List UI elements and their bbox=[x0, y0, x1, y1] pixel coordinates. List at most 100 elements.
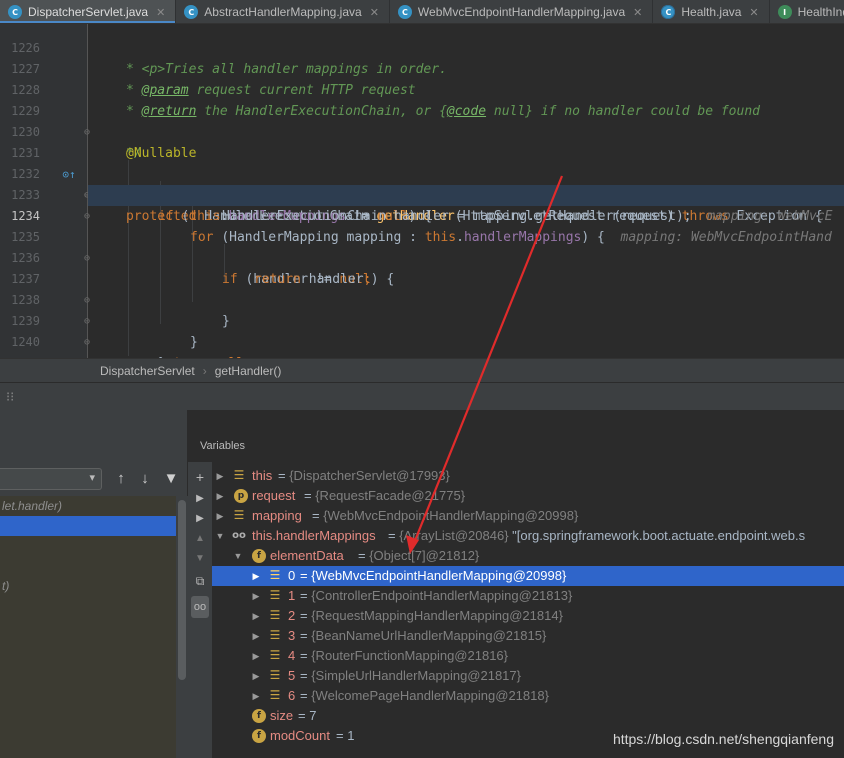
settings-icon[interactable]: ⁝⁝ bbox=[6, 389, 14, 405]
close-icon[interactable]: ✕ bbox=[633, 6, 642, 19]
variable-row[interactable]: ▶ p request = {RequestFacade@21775} bbox=[212, 486, 844, 506]
chevron-down-icon: ▾ bbox=[89, 472, 95, 484]
code-line: 1235 ⊖ if (handler != null) { bbox=[0, 206, 844, 287]
variable-value: = {ControllerEndpointHandlerMapping@2181… bbox=[300, 588, 573, 603]
expand-arrow-icon[interactable]: ▶ bbox=[250, 646, 262, 666]
collapse-icon[interactable]: ▶ bbox=[188, 508, 212, 530]
variable-value: = {RequestFacade@21775} bbox=[304, 488, 466, 503]
variable-row[interactable]: ▶ ☰ 6 = {WelcomePageHandlerMapping@21818… bbox=[212, 686, 844, 706]
variables-title: Variables bbox=[200, 440, 246, 452]
code-line: 1234 bbox=[0, 185, 88, 223]
parameter-icon: p bbox=[234, 489, 248, 503]
variable-name: 4 bbox=[288, 648, 296, 663]
code-line: 1230 @Nullable bbox=[0, 101, 844, 161]
variable-value: = {Object[7]@21812} bbox=[358, 548, 480, 563]
move-up-icon[interactable]: ▲ bbox=[188, 528, 212, 550]
code-line: 1229 ⊖ */ bbox=[0, 80, 844, 161]
interface-icon: I bbox=[777, 5, 792, 19]
variable-name: 2 bbox=[288, 608, 296, 623]
expand-arrow-icon[interactable]: ▶ bbox=[250, 666, 262, 686]
variable-row[interactable]: ▶ ☰ 1 = {ControllerEndpointHandlerMappin… bbox=[212, 586, 844, 606]
variable-row-selected[interactable]: ▶ ☰ 0 = {WebMvcEndpointHandlerMapping@20… bbox=[212, 566, 844, 586]
copy-icon[interactable]: ⧉ bbox=[188, 570, 212, 592]
variable-name: 1 bbox=[288, 588, 296, 603]
variable-value: = {RequestMappingHandlerMapping@21814} bbox=[300, 608, 563, 623]
collapse-arrow-icon[interactable]: ▼ bbox=[214, 526, 226, 546]
code-line: 1236 return handler; bbox=[0, 227, 844, 287]
field-list-icon: ☰ bbox=[269, 648, 281, 662]
variable-value: = 1 bbox=[336, 728, 355, 743]
close-icon[interactable]: ✕ bbox=[370, 6, 379, 19]
variable-name: 3 bbox=[288, 628, 296, 643]
frame-item-selected[interactable] bbox=[0, 516, 176, 536]
variable-value: = {DispatcherServlet@17993} bbox=[278, 468, 450, 483]
variable-row[interactable]: ▶ ☰ 4 = {RouterFunctionMapping@21816} bbox=[212, 646, 844, 666]
expand-arrow-icon[interactable]: ▶ bbox=[250, 586, 262, 606]
code-line: 1233 ⊖ for (HandlerMapping mapping : thi… bbox=[0, 164, 844, 245]
frame-item[interactable]: t) bbox=[0, 576, 176, 596]
variable-row[interactable]: ▶ ☰ 5 = {SimpleUrlHandlerMapping@21817} bbox=[212, 666, 844, 686]
close-icon[interactable]: ✕ bbox=[156, 6, 165, 19]
variable-row[interactable]: ▶ ☰ 3 = {BeanNameUrlHandlerMapping@21815… bbox=[212, 626, 844, 646]
arrow-down-icon[interactable]: ↓ bbox=[136, 469, 154, 489]
expand-arrow-icon[interactable]: ▶ bbox=[214, 486, 226, 506]
variable-name: mapping bbox=[252, 508, 302, 523]
expand-arrow-icon[interactable]: ▶ bbox=[214, 466, 226, 486]
close-icon[interactable]: ✕ bbox=[749, 6, 758, 19]
variable-row[interactable]: f size = 7 bbox=[212, 706, 844, 726]
breadcrumb-class[interactable]: DispatcherServlet bbox=[100, 364, 195, 378]
code-line: 1231 ⊙↑ ⊖ protected HandlerExecutionChai… bbox=[0, 122, 844, 224]
variable-name: elementData bbox=[270, 548, 344, 563]
frames-scrollbar[interactable] bbox=[176, 496, 188, 758]
field-icon: f bbox=[252, 709, 266, 723]
expand-icon[interactable]: ▶ bbox=[188, 488, 212, 510]
frame-item[interactable] bbox=[0, 536, 176, 556]
field-list-icon: ☰ bbox=[269, 628, 281, 642]
breadcrumb-method[interactable]: getHandler() bbox=[215, 364, 282, 378]
tab-dispatcherservlet[interactable]: C DispatcherServlet.java ✕ bbox=[0, 0, 177, 23]
variables-tree: ▶ ☰ this = {DispatcherServlet@17993} ▶ p… bbox=[212, 462, 844, 758]
class-icon: C bbox=[8, 5, 22, 19]
debug-tool-header: ⁝⁝ bbox=[0, 382, 844, 410]
expand-arrow-icon[interactable]: ▶ bbox=[250, 606, 262, 626]
tab-abstracthandlermapping[interactable]: C AbstractHandlerMapping.java ✕ bbox=[176, 0, 390, 23]
glasses-icon[interactable]: oo bbox=[191, 596, 209, 618]
filter-icon[interactable]: ▼ bbox=[162, 469, 180, 489]
frame-item[interactable]: let.handler) bbox=[0, 496, 176, 516]
frame-item[interactable] bbox=[0, 556, 176, 576]
tab-health[interactable]: C Health.java ✕ bbox=[653, 0, 770, 23]
tab-label: HealthIndicat bbox=[797, 5, 844, 19]
scroll-thumb[interactable] bbox=[178, 500, 186, 680]
code-line: 1238 ⊖ } bbox=[0, 269, 844, 350]
variable-row[interactable]: ▶ ☰ 2 = {RequestMappingHandlerMapping@21… bbox=[212, 606, 844, 626]
frames-list: let.handler) t) bbox=[0, 496, 176, 758]
field-list-icon: ☰ bbox=[269, 688, 281, 702]
code-line: 1232 ⊖ if (this.handlerMappings != null)… bbox=[0, 143, 844, 224]
variable-row[interactable]: ▼ oo this.handlerMappings = {ArrayList@2… bbox=[212, 526, 844, 546]
variable-row[interactable]: ▶ ☰ this = {DispatcherServlet@17993} bbox=[212, 466, 844, 486]
expand-arrow-icon[interactable]: ▶ bbox=[214, 506, 226, 526]
variable-value: = {WebMvcEndpointHandlerMapping@20998} bbox=[312, 508, 579, 523]
field-list-icon: ☰ bbox=[269, 608, 281, 622]
code-editor[interactable]: 1226 * <p>Tries all handler mappings in … bbox=[0, 24, 844, 358]
code-line: 1237 ⊖ } bbox=[0, 248, 844, 329]
expand-arrow-icon[interactable]: ▶ bbox=[250, 566, 262, 586]
frames-panel: ▾ ↑ ↓ ▼ let.handler) t) bbox=[0, 410, 188, 758]
tab-healthindicator[interactable]: I HealthIndicat bbox=[770, 0, 844, 23]
collapse-arrow-icon[interactable]: ▼ bbox=[232, 546, 244, 566]
code-line: 1241 ⊖ } bbox=[0, 332, 844, 358]
variable-row[interactable]: ▼ f elementData = {Object[7]@21812} bbox=[212, 546, 844, 566]
arrow-up-icon[interactable]: ↑ bbox=[112, 469, 130, 489]
add-watch-icon[interactable]: + bbox=[188, 466, 212, 488]
variable-name: 5 bbox=[288, 668, 296, 683]
debug-panel: ▾ ↑ ↓ ▼ let.handler) t) Variables + ▶ ▶ … bbox=[0, 410, 844, 758]
expand-arrow-icon[interactable]: ▶ bbox=[250, 686, 262, 706]
variable-value: = {WebMvcEndpointHandlerMapping@20998} bbox=[300, 568, 567, 583]
tab-label: Health.java bbox=[681, 5, 742, 19]
tab-webmvcendpointhandlermapping[interactable]: C WebMvcEndpointHandlerMapping.java ✕ bbox=[390, 0, 654, 23]
thread-selector[interactable]: ▾ bbox=[0, 468, 102, 490]
expand-arrow-icon[interactable]: ▶ bbox=[250, 626, 262, 646]
code-line: 1228 * @return the HandlerExecutionChain… bbox=[0, 59, 844, 119]
variable-row[interactable]: ▶ ☰ mapping = {WebMvcEndpointHandlerMapp… bbox=[212, 506, 844, 526]
move-down-icon[interactable]: ▼ bbox=[188, 548, 212, 570]
